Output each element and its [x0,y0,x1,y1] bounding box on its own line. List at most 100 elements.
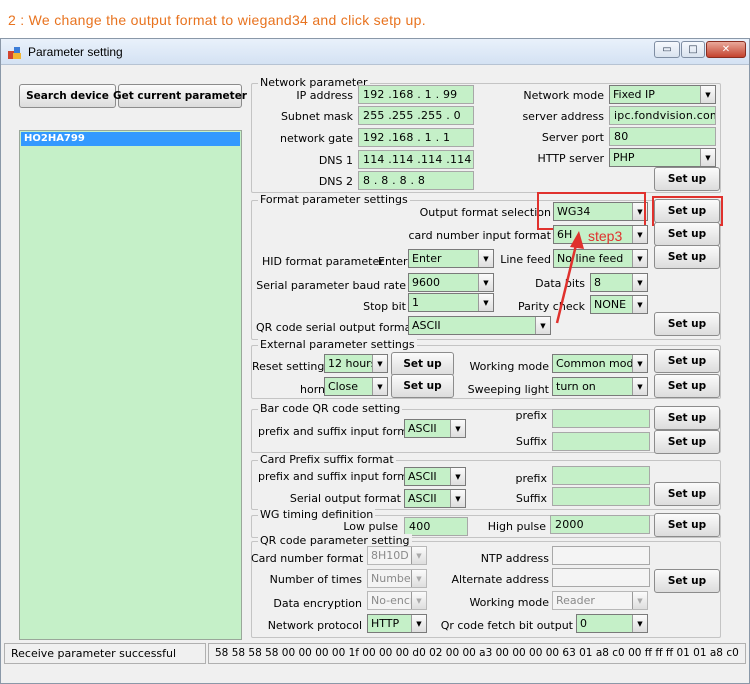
chevron-down-icon[interactable]: ▼ [411,615,426,632]
device-list[interactable]: HO2HA799 [19,130,242,640]
server-port-field[interactable]: 80 [609,127,716,146]
parity-select[interactable]: NONE ▼ [590,295,648,314]
dns2-field[interactable]: 8 . 8 . 8 . 8 [358,171,474,190]
barcode-suffix-field[interactable] [552,432,650,451]
network-mode-select[interactable]: Fixed IP ▼ [609,85,716,104]
window-title: Parameter setting [28,45,123,59]
sweeping-light-setup-button[interactable]: Set up [654,374,720,398]
chevron-down-icon[interactable]: ▼ [632,226,647,243]
instruction-caption: 2 : We change the output format to wiega… [8,12,426,28]
low-pulse-label: Low pulse [343,520,398,533]
card-prefix-field[interactable] [552,466,650,485]
chevron-down-icon[interactable]: ▼ [450,420,465,437]
horn-select[interactable]: Close ▼ [324,377,388,396]
barcode-prefix-field[interactable] [552,409,650,428]
chevron-down-icon[interactable]: ▼ [411,592,426,609]
gateway-field[interactable]: 192 .168 . 1 . 1 [358,128,474,147]
working-mode-setup-button[interactable]: Set up [654,349,720,373]
chevron-down-icon[interactable]: ▼ [632,296,647,313]
stop-bit-select[interactable]: 1 ▼ [408,293,494,312]
qr-setup-button[interactable]: Set up [654,569,720,593]
network-mode-value: Fixed IP [613,88,655,101]
network-setup-button[interactable]: Set up [654,167,720,191]
server-address-field[interactable]: ipc.fondvision.com [609,106,716,125]
card-prefix-suffix-select[interactable]: ASCII ▼ [404,467,466,486]
chevron-down-icon[interactable]: ▼ [632,355,647,372]
chevron-down-icon[interactable]: ▼ [478,274,493,291]
reset-setup-button[interactable]: Set up [391,352,454,376]
chevron-down-icon[interactable]: ▼ [632,250,647,267]
network-legend: Network parameter [258,76,370,89]
card-prefix-label: prefix [515,472,547,485]
dns2-label: DNS 2 [318,175,353,188]
barcode-prefix-setup-button[interactable]: Set up [654,406,720,430]
chevron-down-icon[interactable]: ▼ [411,547,426,564]
data-bits-select[interactable]: 8 ▼ [590,273,648,292]
high-pulse-field[interactable]: 2000 [550,515,650,534]
qr-fetch-bit-label: Qr code fetch bit output [440,619,573,632]
card-number-format-label: Card number format [251,552,364,565]
search-device-button[interactable]: Search device [19,84,116,108]
dns1-field[interactable]: 114 .114 .114 .114 [358,150,474,169]
barcode-suffix-setup-button[interactable]: Set up [654,430,720,454]
serial-output-format-select[interactable]: ASCII ▼ [404,489,466,508]
chevron-down-icon[interactable]: ▼ [478,294,493,311]
gateway-label: network gate [280,132,353,145]
reset-settings-select[interactable]: 12 hours ▼ [324,354,388,373]
card-prefix-setup-button[interactable]: Set up [654,482,720,506]
alternate-address-field[interactable] [552,568,650,587]
hid-format-label: HID format parameter [262,255,384,268]
network-protocol-select[interactable]: HTTP ▼ [367,614,427,633]
chevron-down-icon[interactable]: ▼ [632,378,647,395]
ip-label: IP address [296,89,353,102]
barcode-prefix-suffix-select[interactable]: ASCII ▼ [404,419,466,438]
sweeping-light-select[interactable]: turn on ▼ [552,377,648,396]
http-server-select[interactable]: PHP ▼ [609,148,716,167]
ntp-address-field[interactable] [552,546,650,565]
chevron-down-icon[interactable]: ▼ [632,592,647,609]
stop-bit-value: 1 [412,296,419,309]
chevron-down-icon[interactable]: ▼ [700,86,715,103]
app-icon [7,44,23,60]
ip-field[interactable]: 192 .168 . 1 . 99 [358,85,474,104]
hid-setup-button[interactable]: Set up [654,245,720,269]
qr-fetch-bit-select[interactable]: 0 ▼ [576,614,648,633]
low-pulse-field[interactable]: 400 [404,517,468,536]
maximize-button[interactable]: □ [681,41,705,58]
number-of-times-select[interactable]: Numberl ▼ [367,569,427,588]
get-current-parameter-button[interactable]: Get current parameter [113,84,247,108]
working-mode-select[interactable]: Common mode ▼ [552,354,648,373]
server-port-label: Server port [541,131,604,144]
horn-setup-button[interactable]: Set up [391,374,454,398]
chevron-down-icon[interactable]: ▼ [450,468,465,485]
data-bits-value: 8 [594,276,601,289]
parameter-window: Parameter setting ▭ □ ✕ Search device Ge… [0,38,750,684]
chevron-down-icon[interactable]: ▼ [535,317,550,334]
enter-label: Enter [378,255,408,268]
baud-rate-select[interactable]: 9600 ▼ [408,273,494,292]
minimize-button[interactable]: ▭ [654,41,680,58]
chevron-down-icon[interactable]: ▼ [411,570,426,587]
subnet-field[interactable]: 255 .255 .255 . 0 [358,106,474,125]
chevron-down-icon[interactable]: ▼ [632,274,647,291]
close-button[interactable]: ✕ [706,41,746,58]
qr-format-setup-button[interactable]: Set up [654,312,720,336]
qr-working-mode-select[interactable]: Reader ▼ [552,591,648,610]
chevron-down-icon[interactable]: ▼ [700,149,715,166]
card-prefix-suffix-label: prefix and suffix input format [258,470,419,483]
card-suffix-field[interactable] [552,487,650,506]
chevron-down-icon[interactable]: ▼ [372,355,387,372]
enter-select[interactable]: Enter ▼ [408,249,494,268]
card-format-setup-button[interactable]: Set up [654,222,720,246]
chevron-down-icon[interactable]: ▼ [372,378,387,395]
barcode-prefix-suffix-label: prefix and suffix input format [258,425,419,438]
device-list-item[interactable]: HO2HA799 [21,132,240,146]
chevron-down-icon[interactable]: ▼ [632,615,647,632]
data-encryption-select[interactable]: No-encry ▼ [367,591,427,610]
chevron-down-icon[interactable]: ▼ [450,490,465,507]
external-legend: External parameter settings [258,338,417,351]
reset-settings-label: Reset settings [252,360,331,373]
wg-setup-button[interactable]: Set up [654,513,720,537]
card-number-format-select[interactable]: 8H10D ▼ [367,546,427,565]
qr-serial-format-select[interactable]: ASCII ▼ [408,316,551,335]
